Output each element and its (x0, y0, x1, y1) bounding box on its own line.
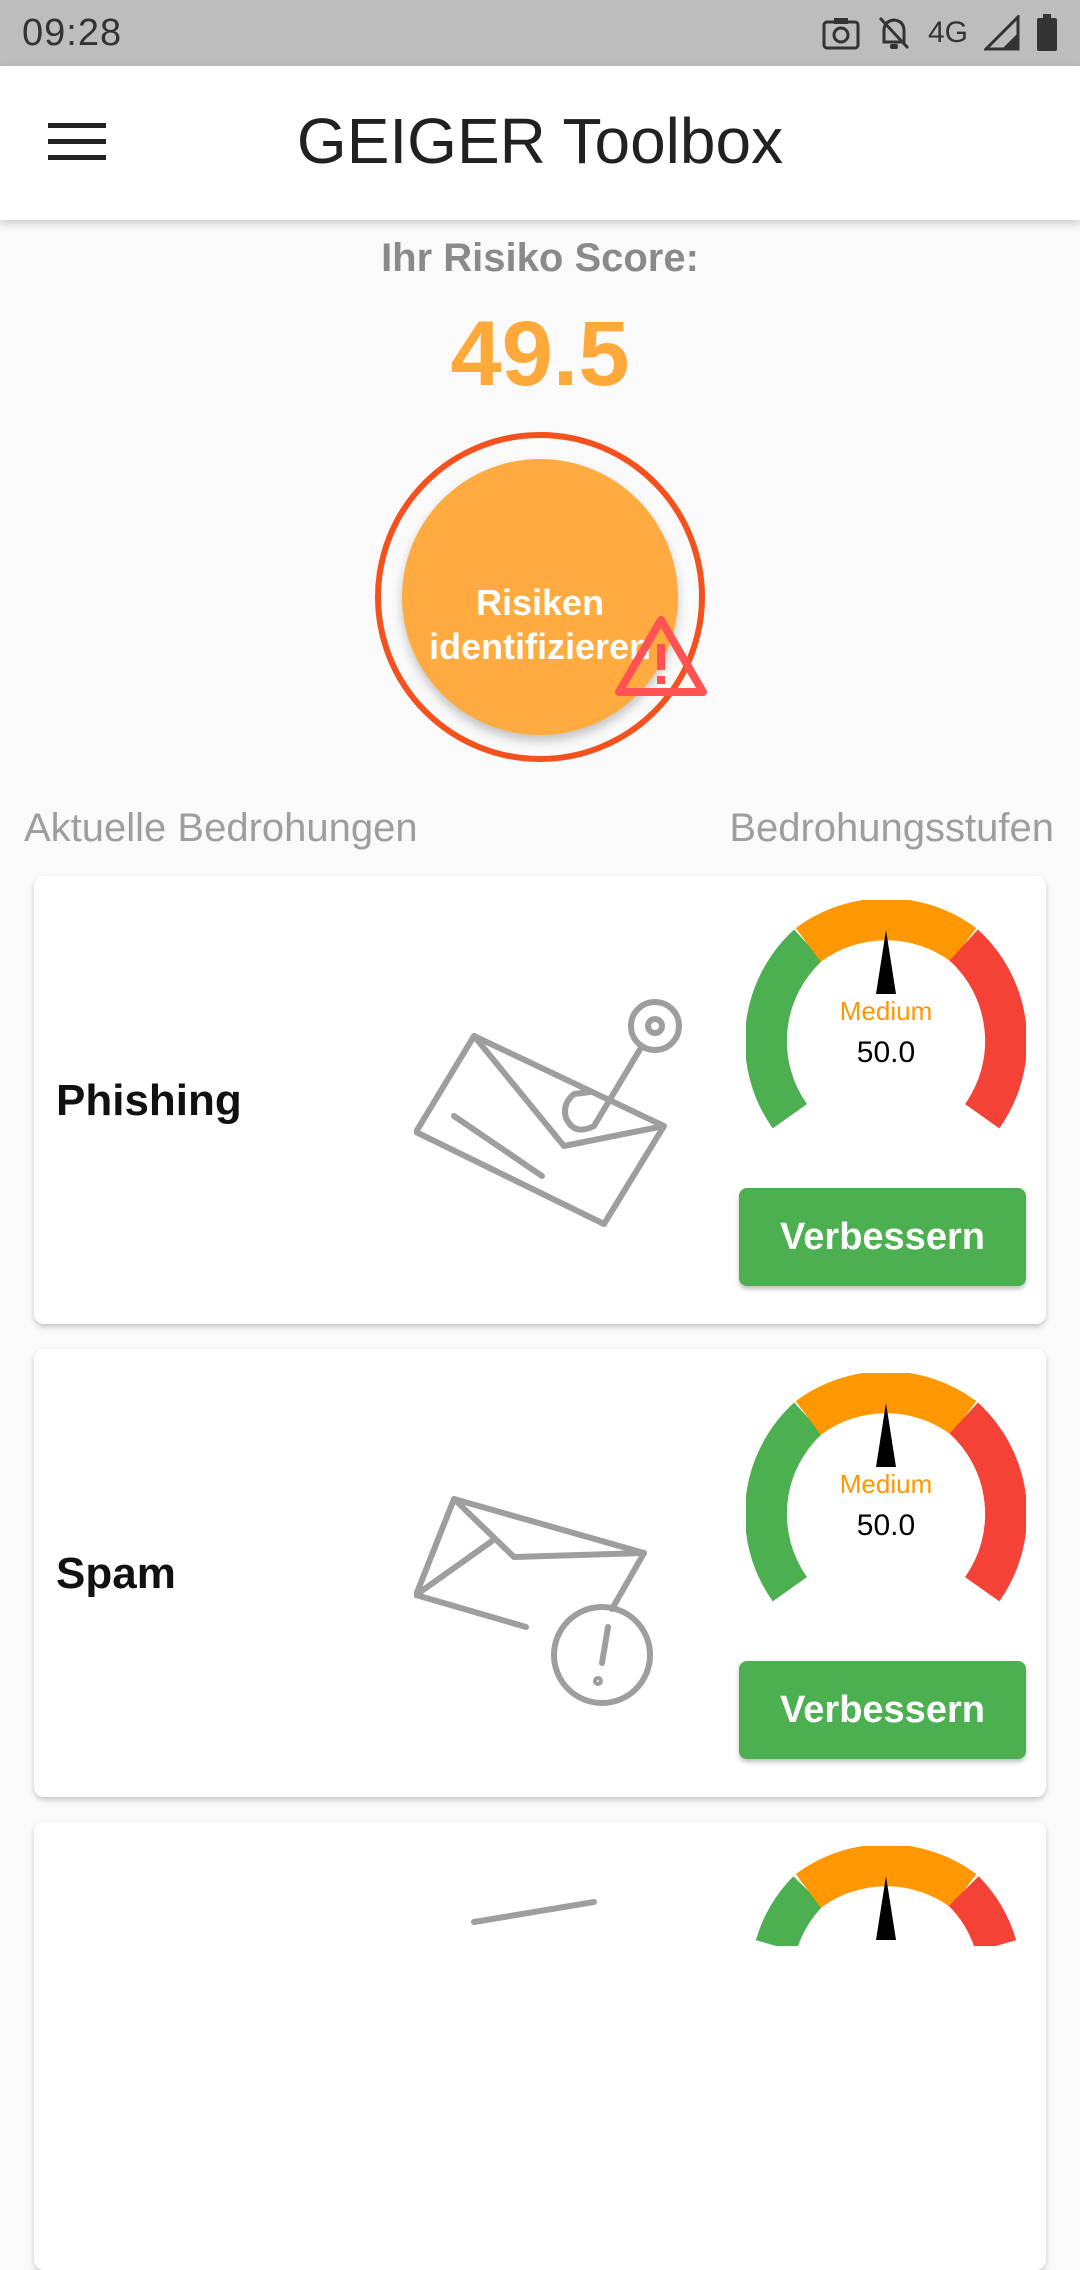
gauge-level-value: 50.0 (857, 1509, 915, 1542)
status-time: 09:28 (22, 11, 123, 54)
threat-levels-heading: Bedrohungsstufen (729, 806, 1054, 850)
improve-button[interactable]: Verbessern (739, 1661, 1026, 1759)
battery-icon (1037, 14, 1057, 51)
threat-level-gauge: Medium 50.0 (746, 900, 1026, 1129)
app-bar: GEIGER Toolbox (0, 66, 1080, 220)
phishing-envelope-hook-icon (414, 999, 682, 1227)
threat-name: Phishing (56, 1076, 242, 1125)
risk-score-value: 49.5 (450, 303, 630, 405)
gauge-level-label: Medium (840, 1469, 932, 1499)
gauge-arc-low (746, 929, 823, 1129)
improve-button[interactable]: Verbessern (739, 1188, 1026, 1286)
identify-risks-button[interactable]: Risiken identifizieren (375, 432, 707, 762)
gauge-arc-low (755, 1876, 824, 1946)
app-title: GEIGER Toolbox (296, 105, 784, 177)
spam-envelope-alert-icon (414, 1496, 653, 1706)
threat-level-gauge (755, 1846, 1017, 1946)
gauge-arc-high (948, 1876, 1017, 1946)
warning-triangle-icon (615, 616, 707, 696)
signal-icon (984, 15, 1020, 51)
threat-card-partial[interactable] (34, 1822, 1046, 2270)
notifications-off-icon (878, 16, 910, 50)
network-type: 4G (927, 16, 968, 49)
threat-card-spam[interactable]: Spam Medium 50.0 Verbessern (34, 1349, 1046, 1797)
status-icons: 4G (822, 14, 1058, 52)
status-bar: 09:28 4G (0, 0, 1080, 66)
gauge-level-value: 50.0 (857, 1036, 915, 1069)
screenshot-icon (822, 18, 860, 50)
envelope-icon (471, 1899, 597, 1925)
gauge-level-label: Medium (840, 996, 932, 1026)
risk-score-label: Ihr Risiko Score: (381, 236, 699, 280)
gauge-arc-low (746, 1402, 823, 1602)
threat-name: Spam (56, 1549, 176, 1598)
gauge-arc-high (949, 929, 1026, 1129)
threat-level-gauge: Medium 50.0 (746, 1373, 1026, 1602)
threat-card-phishing[interactable]: Phishing Medium 50.0 Verbessern (34, 876, 1046, 1324)
gauge-arc-high (949, 1402, 1026, 1602)
current-threats-heading: Aktuelle Bedrohungen (24, 806, 418, 850)
